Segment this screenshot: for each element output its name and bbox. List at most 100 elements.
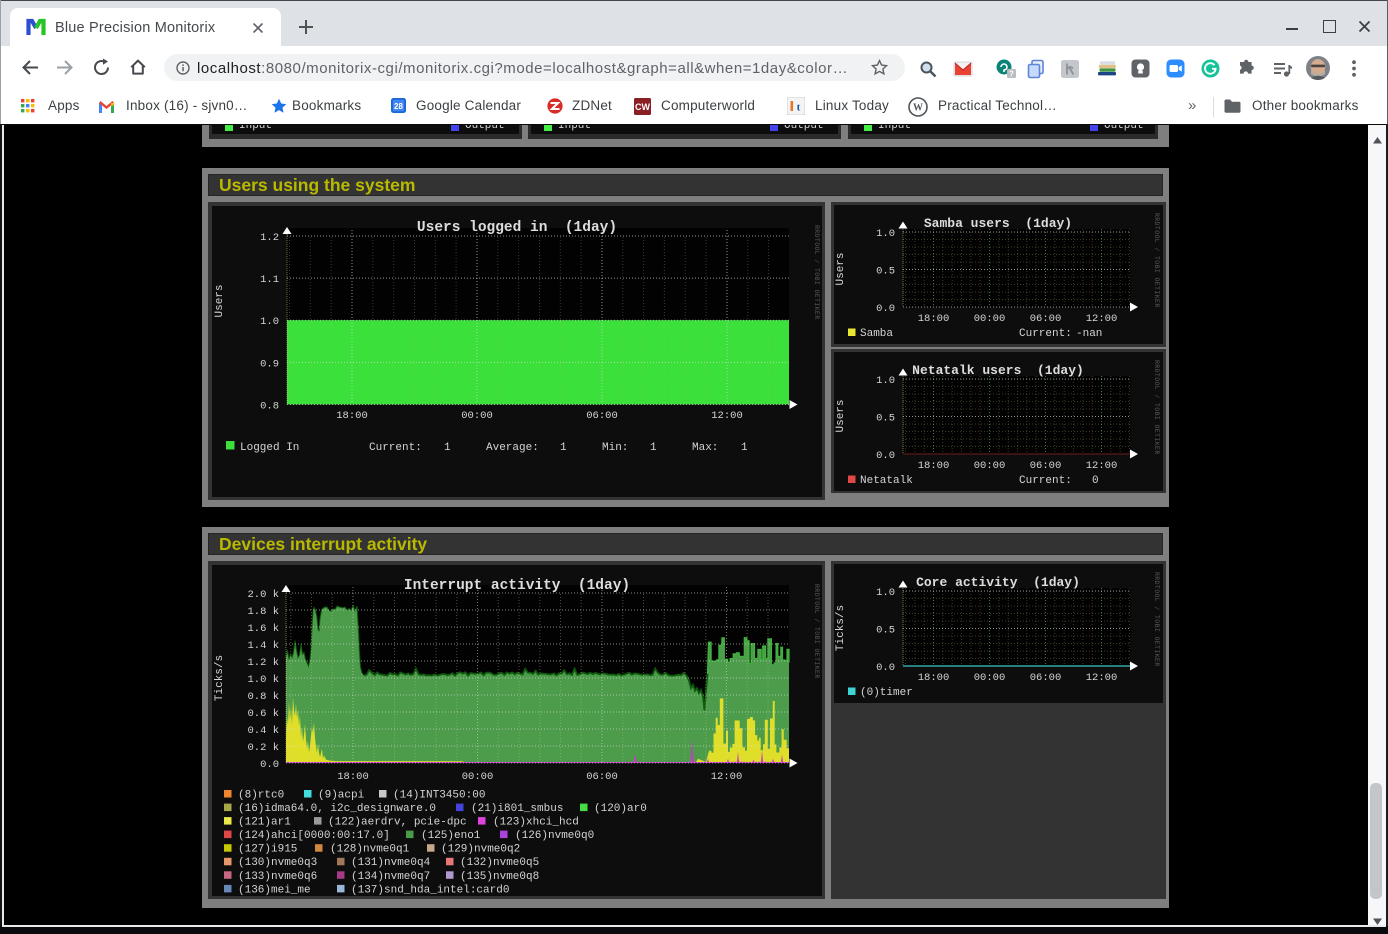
svg-text:12:00: 12:00 [1086, 672, 1118, 684]
svg-text:0: 0 [1092, 475, 1099, 487]
svg-text:06:00: 06:00 [586, 410, 618, 422]
svg-text:(129)nvme0q2: (129)nvme0q2 [441, 844, 520, 856]
svg-text:1.2: 1.2 [260, 232, 279, 244]
svg-text:RRDTOOL / TOBI OETIKER: RRDTOOL / TOBI OETIKER [813, 225, 820, 320]
svg-text:(8)rtc0: (8)rtc0 [238, 790, 284, 802]
svg-text:Current:: Current: [1019, 475, 1072, 487]
svg-text:1.0: 1.0 [876, 228, 895, 240]
svg-text:(123)xhci_hcd: (123)xhci_hcd [493, 817, 579, 829]
svg-text:0.0: 0.0 [260, 759, 279, 771]
svg-text:Logged In: Logged In [240, 442, 299, 454]
svg-text:(16)idma64.0, i2c_designware.0: (16)idma64.0, i2c_designware.0 [238, 803, 436, 815]
svg-text:18:00: 18:00 [918, 460, 950, 472]
svg-text:(0)timer: (0)timer [860, 687, 913, 699]
svg-text:RRDTOOL / TOBI OETIKER: RRDTOOL / TOBI OETIKER [813, 584, 820, 679]
svg-text:(128)nvme0q1: (128)nvme0q1 [330, 844, 410, 856]
svg-text:1.0: 1.0 [260, 316, 279, 328]
svg-text:(132)nvme0q5: (132)nvme0q5 [460, 857, 539, 869]
svg-text:0.0: 0.0 [876, 303, 895, 315]
svg-text:12:00: 12:00 [711, 410, 743, 422]
svg-text:Ticks/s: Ticks/s [835, 605, 847, 651]
svg-text:(120)ar0: (120)ar0 [594, 803, 647, 815]
svg-text:18:00: 18:00 [337, 771, 369, 783]
svg-text:28: 28 [394, 102, 403, 111]
svg-text:00:00: 00:00 [461, 410, 493, 422]
svg-text:1.8 k: 1.8 k [247, 606, 279, 618]
svg-text:Netatalk: Netatalk [860, 475, 913, 487]
svg-text:Samba users (1day): Samba users (1day) [924, 216, 1072, 231]
svg-text:0.8 k: 0.8 k [247, 691, 279, 703]
svg-text:(124)ahci[0000:00:17.0]: (124)ahci[0000:00:17.0] [238, 830, 390, 842]
svg-text:00:00: 00:00 [462, 771, 494, 783]
svg-text:00:00: 00:00 [974, 672, 1006, 684]
svg-text:(131)nvme0q4: (131)nvme0q4 [351, 857, 431, 869]
svg-text:Users: Users [835, 399, 847, 432]
svg-text:06:00: 06:00 [1030, 460, 1062, 472]
svg-text:Min:: Min: [602, 442, 628, 454]
svg-text:1: 1 [560, 442, 567, 454]
svg-text:0.2 k: 0.2 k [247, 742, 279, 754]
svg-text:Current:: Current: [1019, 328, 1072, 340]
svg-text:RRDTOOL / TOBI OETIKER: RRDTOOL / TOBI OETIKER [1153, 360, 1160, 455]
svg-text:0.5: 0.5 [876, 266, 895, 278]
svg-text:Interrupt activity (1day): Interrupt activity (1day) [404, 578, 630, 594]
svg-text:-nan: -nan [1076, 328, 1102, 340]
svg-text:(133)nvme0q6: (133)nvme0q6 [238, 871, 317, 883]
svg-text:12:00: 12:00 [1086, 460, 1118, 472]
svg-text:RRDTOOL / TOBI OETIKER: RRDTOOL / TOBI OETIKER [1153, 213, 1160, 308]
svg-text:RRDTOOL / TOBI OETIKER: RRDTOOL / TOBI OETIKER [1153, 572, 1160, 667]
svg-text:0.4 k: 0.4 k [247, 725, 279, 737]
svg-text:1: 1 [741, 442, 748, 454]
svg-text:(9)acpi: (9)acpi [318, 790, 365, 802]
svg-text:W: W [913, 103, 923, 114]
svg-text:CW: CW [635, 102, 650, 112]
svg-text:18:00: 18:00 [918, 672, 950, 684]
svg-text:(125)eno1: (125)eno1 [421, 830, 481, 842]
svg-text:(126)nvme0q0: (126)nvme0q0 [515, 830, 594, 842]
svg-text:1: 1 [650, 442, 657, 454]
svg-text:0.6 k: 0.6 k [247, 708, 279, 720]
svg-text:1.0: 1.0 [876, 375, 895, 387]
svg-text:0.5: 0.5 [876, 413, 895, 425]
svg-text:(14)INT3450:00: (14)INT3450:00 [393, 790, 485, 802]
svg-text:Users logged in (1day): Users logged in (1day) [417, 220, 617, 236]
svg-text:(127)i915: (127)i915 [238, 844, 297, 856]
svg-text:06:00: 06:00 [1030, 313, 1062, 325]
svg-text:12:00: 12:00 [1086, 313, 1118, 325]
svg-text:(135)nvme0q8: (135)nvme0q8 [460, 871, 539, 883]
svg-text:Users: Users [835, 252, 847, 285]
svg-text:0.9: 0.9 [260, 358, 279, 370]
svg-text:06:00: 06:00 [586, 771, 618, 783]
svg-text:(134)nvme0q7: (134)nvme0q7 [351, 871, 430, 883]
svg-text:Ticks/s: Ticks/s [214, 655, 226, 701]
svg-text:0.0: 0.0 [876, 662, 895, 674]
svg-text:?: ? [1009, 69, 1014, 78]
svg-text:0.0: 0.0 [876, 450, 895, 462]
svg-text:1.6 k: 1.6 k [247, 623, 279, 635]
svg-text:(136)mei_me: (136)mei_me [238, 884, 311, 896]
svg-text:12:00: 12:00 [711, 771, 743, 783]
svg-text:Netatalk users (1day): Netatalk users (1day) [912, 363, 1084, 378]
svg-text:Users: Users [214, 284, 226, 317]
svg-text:t: t [797, 102, 801, 114]
svg-text:00:00: 00:00 [974, 460, 1006, 472]
svg-text:Max:: Max: [692, 442, 718, 454]
svg-text:18:00: 18:00 [918, 313, 950, 325]
svg-text:Average:: Average: [486, 442, 539, 454]
svg-text:1.0: 1.0 [876, 587, 895, 599]
svg-text:Core activity (1day): Core activity (1day) [916, 575, 1080, 590]
svg-text:Samba: Samba [860, 328, 893, 340]
svg-text:1.4 k: 1.4 k [247, 640, 279, 652]
svg-text:00:00: 00:00 [974, 313, 1006, 325]
svg-text:(121)ar1: (121)ar1 [238, 817, 291, 829]
svg-text:1.0 k: 1.0 k [247, 674, 279, 686]
svg-text:1.2 k: 1.2 k [247, 657, 279, 669]
svg-text:(137)snd_hda_intel:card0: (137)snd_hda_intel:card0 [351, 884, 509, 896]
svg-text:(21)i801_smbus: (21)i801_smbus [471, 803, 563, 815]
svg-text:0.8: 0.8 [260, 401, 279, 413]
svg-text:(130)nvme0q3: (130)nvme0q3 [238, 857, 317, 869]
svg-text:2.0 k: 2.0 k [247, 589, 279, 601]
svg-text:1.1: 1.1 [260, 274, 279, 286]
svg-text:1: 1 [444, 442, 451, 454]
svg-text:0.5: 0.5 [876, 625, 895, 637]
